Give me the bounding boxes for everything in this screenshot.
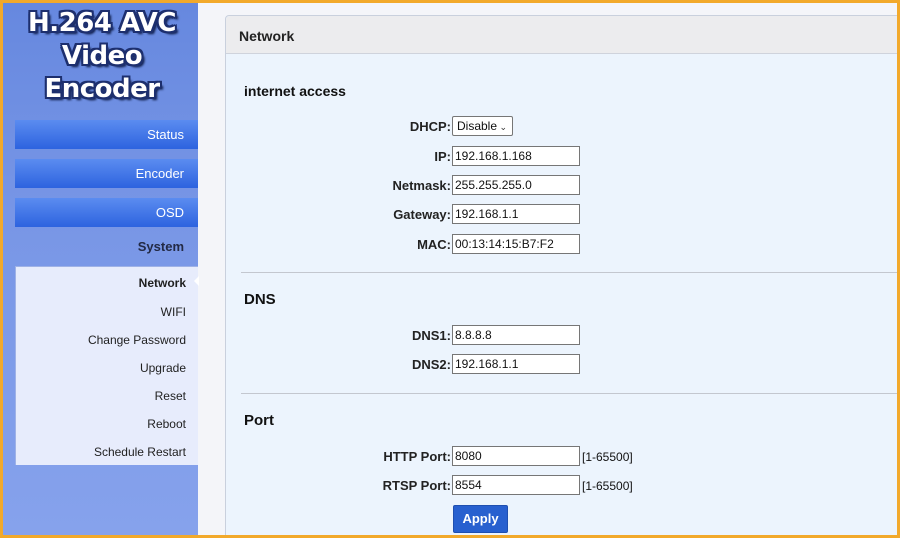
- mac-field[interactable]: [452, 234, 580, 254]
- section-divider: [241, 393, 897, 394]
- dhcp-row: DHCP: Disable ⌄: [226, 116, 897, 138]
- dns1-field[interactable]: [452, 325, 580, 345]
- sidebar-item-network[interactable]: Network: [16, 276, 198, 290]
- http-port-range: [1-65500]: [582, 450, 633, 464]
- network-panel: Network internet access DHCP: Disable ⌄ …: [225, 15, 897, 535]
- rtsp-port-row: RTSP Port: [1-65500]: [226, 475, 897, 497]
- sidebar-item-upgrade[interactable]: Upgrade: [16, 361, 198, 375]
- port-heading: Port: [244, 412, 274, 429]
- netmask-field[interactable]: [452, 175, 580, 195]
- chevron-down-icon: ⌄: [499, 122, 507, 132]
- active-indicator-icon: [194, 276, 199, 286]
- logo-line-2: Video Encoder: [44, 41, 160, 104]
- sidebar-item-wifi[interactable]: WIFI: [16, 305, 198, 319]
- dns-heading: DNS: [244, 291, 276, 308]
- internet-access-heading: internet access: [244, 83, 346, 99]
- rtsp-port-field[interactable]: [452, 475, 580, 495]
- nav-encoder-button[interactable]: Encoder: [15, 159, 198, 188]
- sidebar: H.264 AVC Video Encoder Status Encoder O…: [3, 3, 199, 535]
- dns2-field[interactable]: [452, 354, 580, 374]
- apply-button[interactable]: Apply: [453, 505, 508, 533]
- ip-label: IP:: [434, 149, 451, 164]
- dhcp-label: DHCP:: [409, 119, 451, 134]
- sidebar-item-change-password[interactable]: Change Password: [16, 333, 198, 347]
- gateway-field[interactable]: [452, 204, 580, 224]
- dns2-label: DNS2:: [411, 357, 451, 372]
- ip-field[interactable]: [452, 146, 580, 166]
- page-title: Network: [239, 28, 295, 44]
- ip-row: IP:: [226, 146, 897, 168]
- app-frame: H.264 AVC Video Encoder Status Encoder O…: [0, 0, 900, 538]
- dns2-row: DNS2:: [226, 354, 897, 376]
- sidebar-item-schedule-restart[interactable]: Schedule Restart: [16, 445, 198, 459]
- panel-header: Network: [226, 16, 897, 54]
- dns1-row: DNS1:: [226, 325, 897, 347]
- sidebar-item-reboot[interactable]: Reboot: [16, 417, 198, 431]
- section-divider: [241, 272, 897, 273]
- http-port-field[interactable]: [452, 446, 580, 466]
- nav-status-button[interactable]: Status: [15, 120, 198, 149]
- dns1-label: DNS1:: [411, 328, 451, 343]
- http-port-label: HTTP Port:: [383, 449, 451, 464]
- dhcp-select[interactable]: Disable ⌄: [452, 116, 513, 136]
- logo-line-1: H.264 AVC: [27, 8, 177, 38]
- nav-osd-button[interactable]: OSD: [15, 198, 198, 227]
- gateway-label: Gateway:: [393, 207, 451, 222]
- sidebar-item-reset[interactable]: Reset: [16, 389, 198, 403]
- mac-row: MAC:: [226, 234, 897, 256]
- dhcp-selected-value: Disable: [457, 119, 498, 133]
- rtsp-port-range: [1-65500]: [582, 479, 633, 493]
- mac-label: MAC:: [417, 237, 451, 252]
- netmask-row: Netmask:: [226, 175, 897, 197]
- gateway-row: Gateway:: [226, 204, 897, 226]
- rtsp-port-label: RTSP Port:: [382, 478, 451, 493]
- netmask-label: Netmask:: [392, 178, 451, 193]
- system-submenu: Network WIFI Change Password Upgrade Res…: [15, 266, 199, 465]
- system-section-title: System: [137, 239, 184, 254]
- http-port-row: HTTP Port: [1-65500]: [226, 446, 897, 468]
- app-logo: H.264 AVC Video Encoder: [5, 7, 199, 106]
